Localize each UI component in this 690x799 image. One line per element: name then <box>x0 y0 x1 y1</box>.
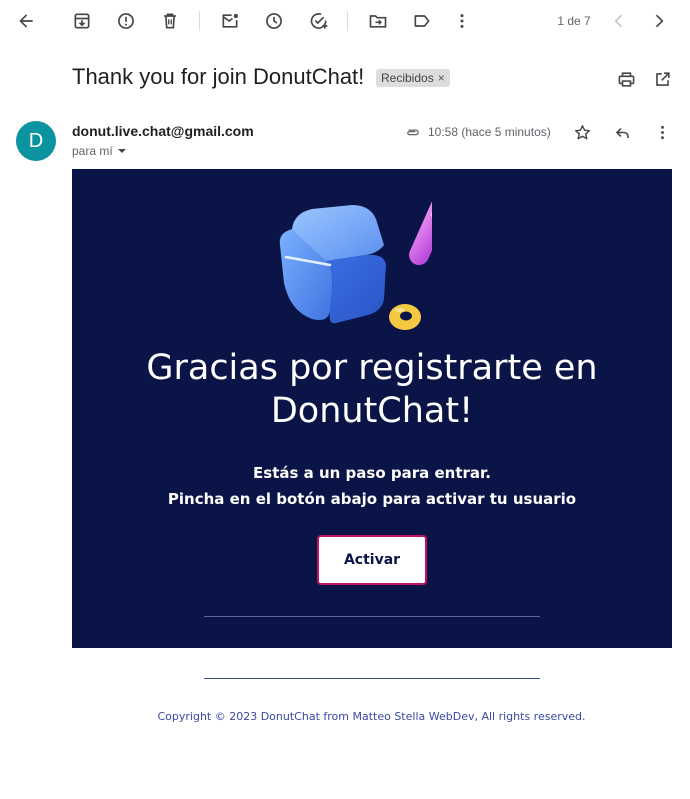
label-icon <box>414 15 430 27</box>
subject-row: Thank you for join DonutChat! Recibidos … <box>72 64 672 96</box>
previous-message-button[interactable] <box>604 6 634 36</box>
print-button[interactable] <box>614 67 638 91</box>
mark-unread-button[interactable] <box>215 6 245 36</box>
clock-icon <box>266 13 282 29</box>
star-icon <box>574 124 590 139</box>
back-button[interactable] <box>11 6 41 36</box>
recipient-label: para mí <box>72 144 113 158</box>
pagination-count: 1 de 7 <box>557 14 591 28</box>
email-divider <box>204 616 540 617</box>
add-task-button[interactable] <box>304 6 334 36</box>
label-button[interactable] <box>407 6 437 36</box>
more-vertical-icon <box>660 125 664 139</box>
move-to-folder-icon <box>369 15 387 28</box>
cube-shape <box>279 205 386 324</box>
delete-button[interactable] <box>155 6 185 36</box>
sender-email[interactable]: donut.live.chat@gmail.com <box>72 123 254 139</box>
reply-button[interactable] <box>610 120 634 144</box>
donut-shape <box>389 304 421 330</box>
recipient-details[interactable]: para mí <box>72 144 127 158</box>
footer-divider <box>204 678 540 679</box>
chevron-left-icon <box>614 14 623 28</box>
mark-unread-icon <box>222 13 238 28</box>
trash-icon <box>164 13 176 29</box>
archive-button[interactable] <box>67 6 97 36</box>
message-subject: Thank you for join DonutChat! <box>72 64 365 89</box>
archive-icon <box>74 13 90 29</box>
caret-down-icon <box>117 149 126 153</box>
message-toolbar: 1 de 7 <box>0 0 690 44</box>
message-more-button[interactable] <box>650 120 674 144</box>
print-icon <box>618 71 634 87</box>
email-lead: Estás a un paso para entrar. Pincha en e… <box>72 460 672 512</box>
arrow-left-icon <box>19 14 33 28</box>
email-headline: Gracias por registrarte en DonutChat! <box>146 348 598 431</box>
chevron-right-icon <box>655 14 664 28</box>
activate-button[interactable]: Activar <box>317 535 427 585</box>
message-meta: 10:58 (hace 5 minutos) <box>404 123 551 141</box>
snooze-button[interactable] <box>259 6 289 36</box>
pill-shape <box>409 186 432 266</box>
email-lead-line: Estás a un paso para entrar. <box>253 464 491 482</box>
reply-icon <box>615 127 629 138</box>
report-spam-icon <box>118 13 134 29</box>
label-chip-text: Recibidos <box>381 71 434 85</box>
toolbar-divider <box>199 11 200 31</box>
remove-label-icon[interactable]: × <box>438 71 445 85</box>
message-time: 10:58 (hace 5 minutos) <box>428 125 551 139</box>
next-message-button[interactable] <box>644 6 674 36</box>
more-vertical-icon <box>460 14 464 28</box>
star-button[interactable] <box>570 120 594 144</box>
open-in-new-icon <box>655 71 670 86</box>
open-in-new-window-button[interactable] <box>650 67 674 91</box>
email-lead-line: Pincha en el botón abajo para activar tu… <box>167 490 577 508</box>
email-body: Gracias por registrarte en DonutChat! Es… <box>72 169 672 648</box>
email-footer: Copyright © 2023 DonutChat from Matteo S… <box>157 710 586 723</box>
sender-avatar[interactable]: D <box>16 121 56 161</box>
report-spam-button[interactable] <box>111 6 141 36</box>
more-options-button[interactable] <box>447 6 477 36</box>
toolbar-divider <box>347 11 348 31</box>
move-to-button[interactable] <box>363 6 393 36</box>
add-task-icon <box>310 13 328 29</box>
label-chip-inbox[interactable]: Recibidos × <box>376 69 450 87</box>
hero-illustration <box>279 186 432 330</box>
attachment-icon <box>407 129 419 136</box>
